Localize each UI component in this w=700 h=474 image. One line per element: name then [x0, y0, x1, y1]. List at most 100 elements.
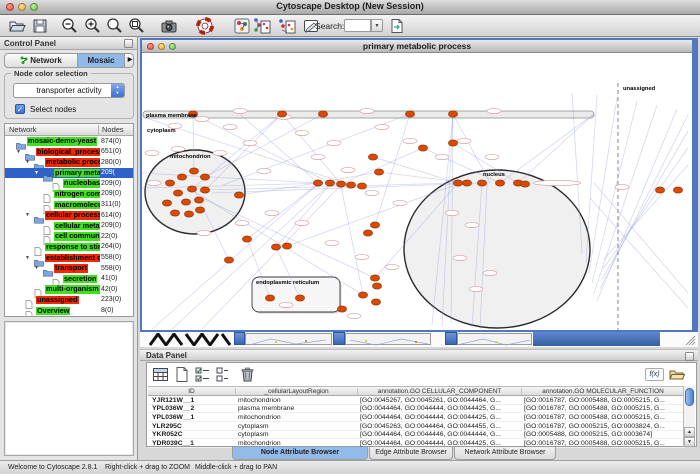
tab-network[interactable]: Network: [5, 54, 77, 67]
col-cellular-layout-region[interactable]: _cellularLayoutRegion: [236, 388, 358, 395]
tree-row[interactable]: ▼biological_process651(0): [5, 147, 133, 158]
zoom-selected-region-icon[interactable]: [127, 17, 145, 35]
tree-row[interactable]: secretion41(0): [5, 274, 133, 285]
network-node[interactable]: [372, 283, 381, 289]
tab-network-attribute-browser[interactable]: Network Attribute Browser: [454, 447, 556, 460]
tree-row[interactable]: ▼primary metabo209(: [5, 168, 133, 179]
snapshot-camera-icon[interactable]: [160, 17, 178, 35]
help-lifesaver-icon[interactable]: [196, 17, 214, 35]
tree-row[interactable]: nucleobase-209(0): [5, 178, 133, 189]
network-node[interactable]: [418, 145, 427, 151]
function-builder-icon[interactable]: f(x): [645, 368, 664, 381]
tree-row[interactable]: unassigned223(0): [5, 295, 133, 306]
select-nodes-checkbox[interactable]: ✓: [15, 104, 25, 114]
network-node[interactable]: [234, 192, 243, 198]
network-node[interactable]: [295, 295, 304, 301]
tree-expander-icon[interactable]: ▼: [16, 149, 21, 155]
network-node[interactable]: [325, 180, 334, 186]
tree-row[interactable]: nitrogen compo209(0): [5, 189, 133, 200]
network-overview-icon[interactable]: [233, 17, 251, 35]
tab-mosaic[interactable]: Mosaic: [77, 54, 125, 67]
combo-stepper-icon[interactable]: ▲▼: [111, 84, 124, 97]
network-node[interactable]: [277, 111, 286, 117]
tree-expander-icon[interactable]: ▼: [25, 159, 30, 165]
network-node[interactable]: [162, 200, 171, 206]
network-node[interactable]: [374, 169, 383, 175]
network-node[interactable]: [368, 154, 377, 160]
network-node[interactable]: [165, 180, 174, 186]
network-node[interactable]: [405, 111, 414, 117]
network-node[interactable]: [363, 230, 372, 236]
network-node[interactable]: [346, 182, 355, 188]
col-go-molecular-function[interactable]: annotation.GO MOLECULAR_FUNCTION: [522, 388, 685, 395]
tree-row[interactable]: multi-organism pro42(0): [5, 284, 133, 295]
network-node[interactable]: [370, 222, 379, 228]
col-go-cellular-component[interactable]: annotation.GO CELLULAR_COMPONENT: [358, 388, 522, 395]
tree-row[interactable]: cellular metabol209(0): [5, 221, 133, 232]
network-node[interactable]: [282, 243, 291, 249]
network-canvas[interactable]: plasma membranecytoplasmmitochondrionnuc…: [142, 53, 692, 330]
birds-eye-view-panel[interactable]: [4, 321, 134, 456]
network-node[interactable]: [520, 181, 529, 187]
minimized-window-preview[interactable]: [457, 333, 532, 345]
table-row[interactable]: YPL036W__2plasma membrane[GO:0044464, GO…: [148, 405, 685, 414]
network-node[interactable]: [448, 111, 457, 117]
table-row[interactable]: YPL036W__1mitochondrion[GO:0044464, GO:0…: [148, 413, 685, 422]
tree-row[interactable]: ▼establishment of lo558(0): [5, 253, 133, 264]
network-node[interactable]: [313, 180, 322, 186]
attribute-select-table-icon[interactable]: [152, 366, 169, 383]
tree-row[interactable]: macromolecule311(0): [5, 200, 133, 211]
tab-overflow-arrow-icon[interactable]: ▶: [126, 54, 134, 67]
apply-vizmap-icon[interactable]: [253, 17, 271, 35]
open-folder-icon[interactable]: [8, 17, 26, 35]
minimized-window-titlebar[interactable]: [533, 332, 660, 346]
col-id[interactable]: ID: [148, 388, 236, 395]
tree-expander-icon[interactable]: ▼: [34, 265, 39, 271]
node-color-combobox[interactable]: transporter activity ▲▼: [13, 83, 125, 98]
network-node[interactable]: [318, 111, 327, 117]
tree-row[interactable]: ▼transport558(0): [5, 263, 133, 274]
network-node[interactable]: [337, 306, 346, 312]
network-node[interactable]: [271, 244, 280, 250]
network-node[interactable]: [173, 190, 182, 196]
network-node[interactable]: [200, 174, 209, 180]
network-node[interactable]: [189, 168, 198, 174]
resize-grip-icon[interactable]: [684, 334, 696, 346]
tree-row[interactable]: mosaic-demo-yeast874(0): [5, 136, 133, 147]
create-new-attribute-icon[interactable]: [173, 366, 190, 383]
search-dropdown-icon[interactable]: ▼: [371, 19, 383, 32]
network-node[interactable]: [187, 186, 196, 192]
network-node[interactable]: [477, 180, 486, 186]
network-node[interactable]: [200, 187, 209, 193]
float-data-panel-icon[interactable]: [685, 352, 694, 361]
minimized-window-preview[interactable]: [245, 333, 332, 345]
minimized-window-preview[interactable]: [345, 333, 431, 345]
zoom-fit-icon[interactable]: [105, 17, 123, 35]
network-node[interactable]: [370, 275, 379, 281]
table-row[interactable]: YKR052Ccytoplasm[GO:0044464, GO:0044446,…: [148, 431, 685, 440]
network-node[interactable]: [170, 210, 179, 216]
unselect-all-attributes-icon[interactable]: [215, 366, 232, 383]
delete-attribute-trash-icon[interactable]: [239, 366, 256, 383]
copy-network-style-icon[interactable]: [278, 17, 296, 35]
minimized-window-titlebar[interactable]: [445, 332, 457, 345]
zoom-out-icon[interactable]: [60, 17, 78, 35]
network-node[interactable]: [371, 299, 380, 305]
tree-expander-icon[interactable]: ▼: [25, 212, 30, 218]
network-node[interactable]: [194, 197, 203, 203]
scroll-up-icon[interactable]: ▲: [684, 427, 695, 437]
window-titlebar[interactable]: Cytoscape Desktop (New Session): [0, 0, 700, 15]
tree-row[interactable]: ▼cellular process614(0): [5, 210, 133, 221]
search-options-icon[interactable]: [388, 17, 406, 35]
table-vertical-scrollbar[interactable]: ▲ ▼: [683, 386, 695, 447]
network-node[interactable]: [177, 174, 186, 180]
table-row[interactable]: YJR121W__1mitochondrion[GO:0045267, GO:0…: [148, 396, 685, 405]
tree-expander-icon[interactable]: ▼: [34, 170, 39, 176]
minimized-window-titlebar[interactable]: [333, 332, 345, 345]
network-node[interactable]: [673, 187, 682, 193]
network-node[interactable]: [184, 211, 193, 217]
save-icon[interactable]: [31, 17, 49, 35]
network-node[interactable]: [265, 295, 274, 301]
minimized-window-titlebar[interactable]: [234, 332, 245, 345]
network-node[interactable]: [495, 180, 504, 186]
